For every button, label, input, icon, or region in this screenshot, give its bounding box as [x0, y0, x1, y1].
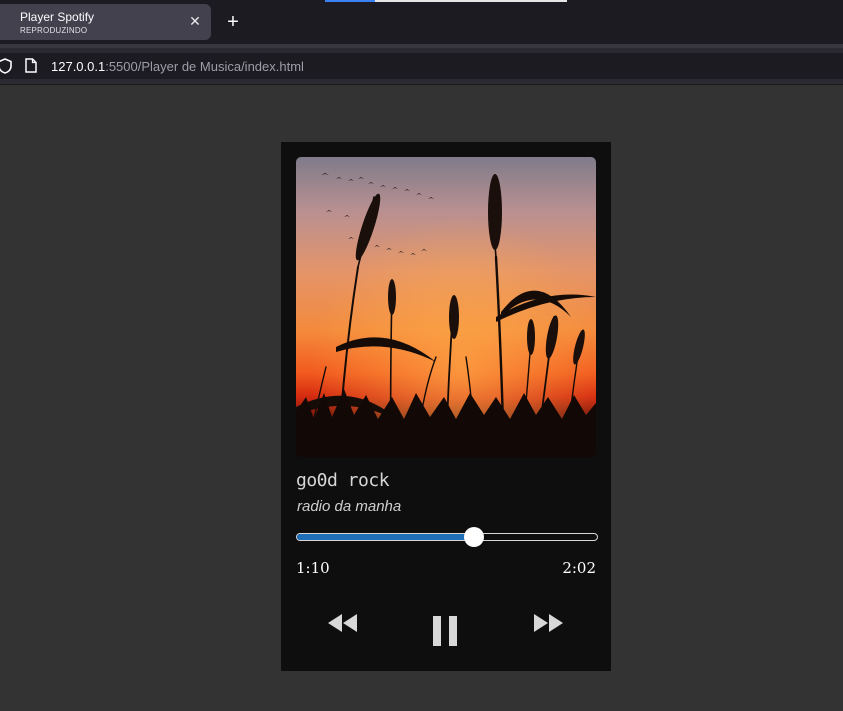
- tab-title: Player Spotify: [20, 10, 95, 24]
- url-path: :5500/Player de Musica/index.html: [105, 59, 304, 74]
- url-text[interactable]: 127.0.0.1:5500/Player de Musica/index.ht…: [51, 59, 304, 74]
- tab-status: REPRODUZINDO: [20, 26, 88, 35]
- rewind-icon: [328, 614, 357, 632]
- progress-slider[interactable]: [296, 527, 598, 547]
- tab-accent: [325, 0, 375, 2]
- pause-button[interactable]: [431, 615, 459, 647]
- tab-accent: [375, 0, 567, 2]
- url-bar[interactable]: 127.0.0.1:5500/Player de Musica/index.ht…: [0, 53, 843, 79]
- chrome-divider: [0, 84, 843, 85]
- browser-tab-bar: Player Spotify REPRODUZINDO ✕ +: [0, 0, 843, 44]
- rewind-button[interactable]: [327, 612, 359, 634]
- close-tab-icon[interactable]: ✕: [186, 12, 204, 30]
- url-host: 127.0.0.1: [51, 59, 106, 74]
- new-tab-icon[interactable]: +: [222, 11, 244, 33]
- current-time: 1:10: [296, 559, 330, 577]
- browser-nav-bar: 127.0.0.1:5500/Player de Musica/index.ht…: [0, 44, 843, 84]
- track-artist: radio da manha: [297, 498, 402, 515]
- progress-fill: [297, 534, 474, 540]
- track-title: go0d rock: [296, 470, 390, 491]
- album-cover: [296, 157, 596, 457]
- music-player: go0d rock radio da manha 1:10 2:02: [281, 142, 611, 671]
- total-time: 2:02: [562, 559, 596, 577]
- shield-icon[interactable]: [0, 58, 12, 74]
- fast-forward-button[interactable]: [532, 612, 564, 634]
- page-icon: [25, 58, 37, 73]
- fast-forward-icon: [534, 614, 563, 632]
- browser-tab[interactable]: Player Spotify REPRODUZINDO ✕: [0, 4, 211, 40]
- pause-icon: [433, 616, 457, 646]
- progress-thumb[interactable]: [464, 527, 484, 547]
- album-cover-image: [296, 157, 596, 457]
